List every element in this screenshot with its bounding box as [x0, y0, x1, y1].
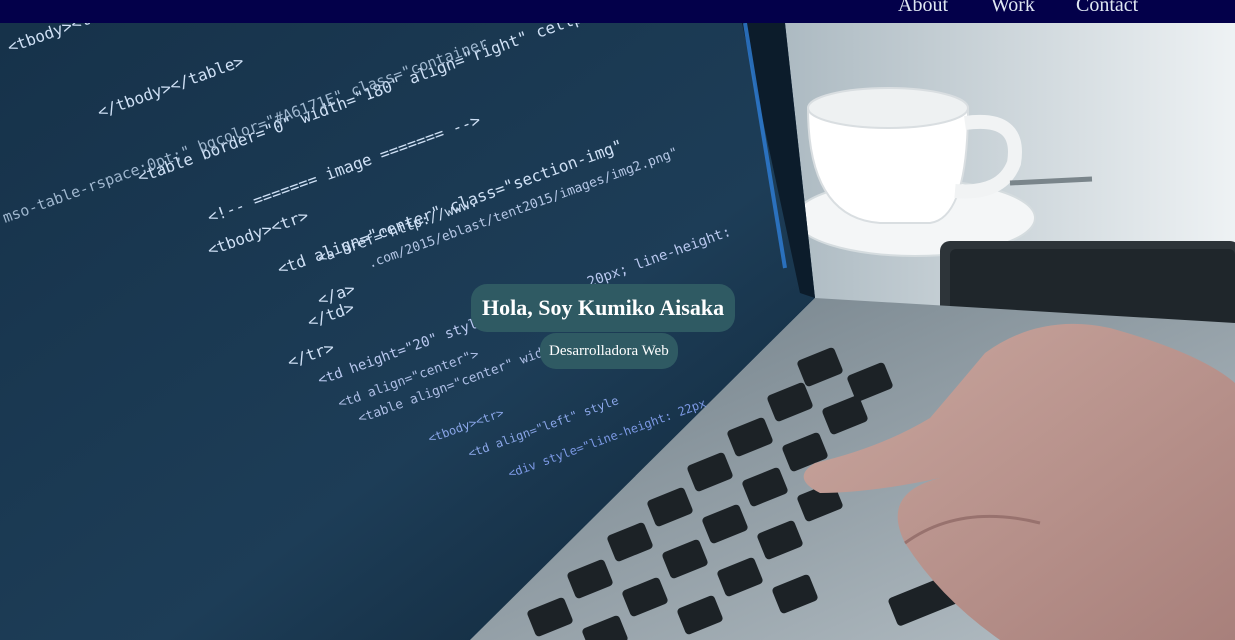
hero-title: Hola, Soy Kumiko Aisaka: [471, 283, 736, 332]
nav-link-contact[interactable]: Contact: [1076, 0, 1138, 17]
nav-link-work[interactable]: Work: [991, 0, 1035, 17]
top-navbar: About Work Contact: [0, 0, 1235, 23]
hero-section: <tbody><tr><td </tbody></table> <table b…: [0, 23, 1235, 640]
nav-link-about[interactable]: About: [898, 0, 948, 17]
hero-subtitle: Desarrolladora Web: [540, 333, 678, 369]
cup-rim: [807, 87, 969, 129]
